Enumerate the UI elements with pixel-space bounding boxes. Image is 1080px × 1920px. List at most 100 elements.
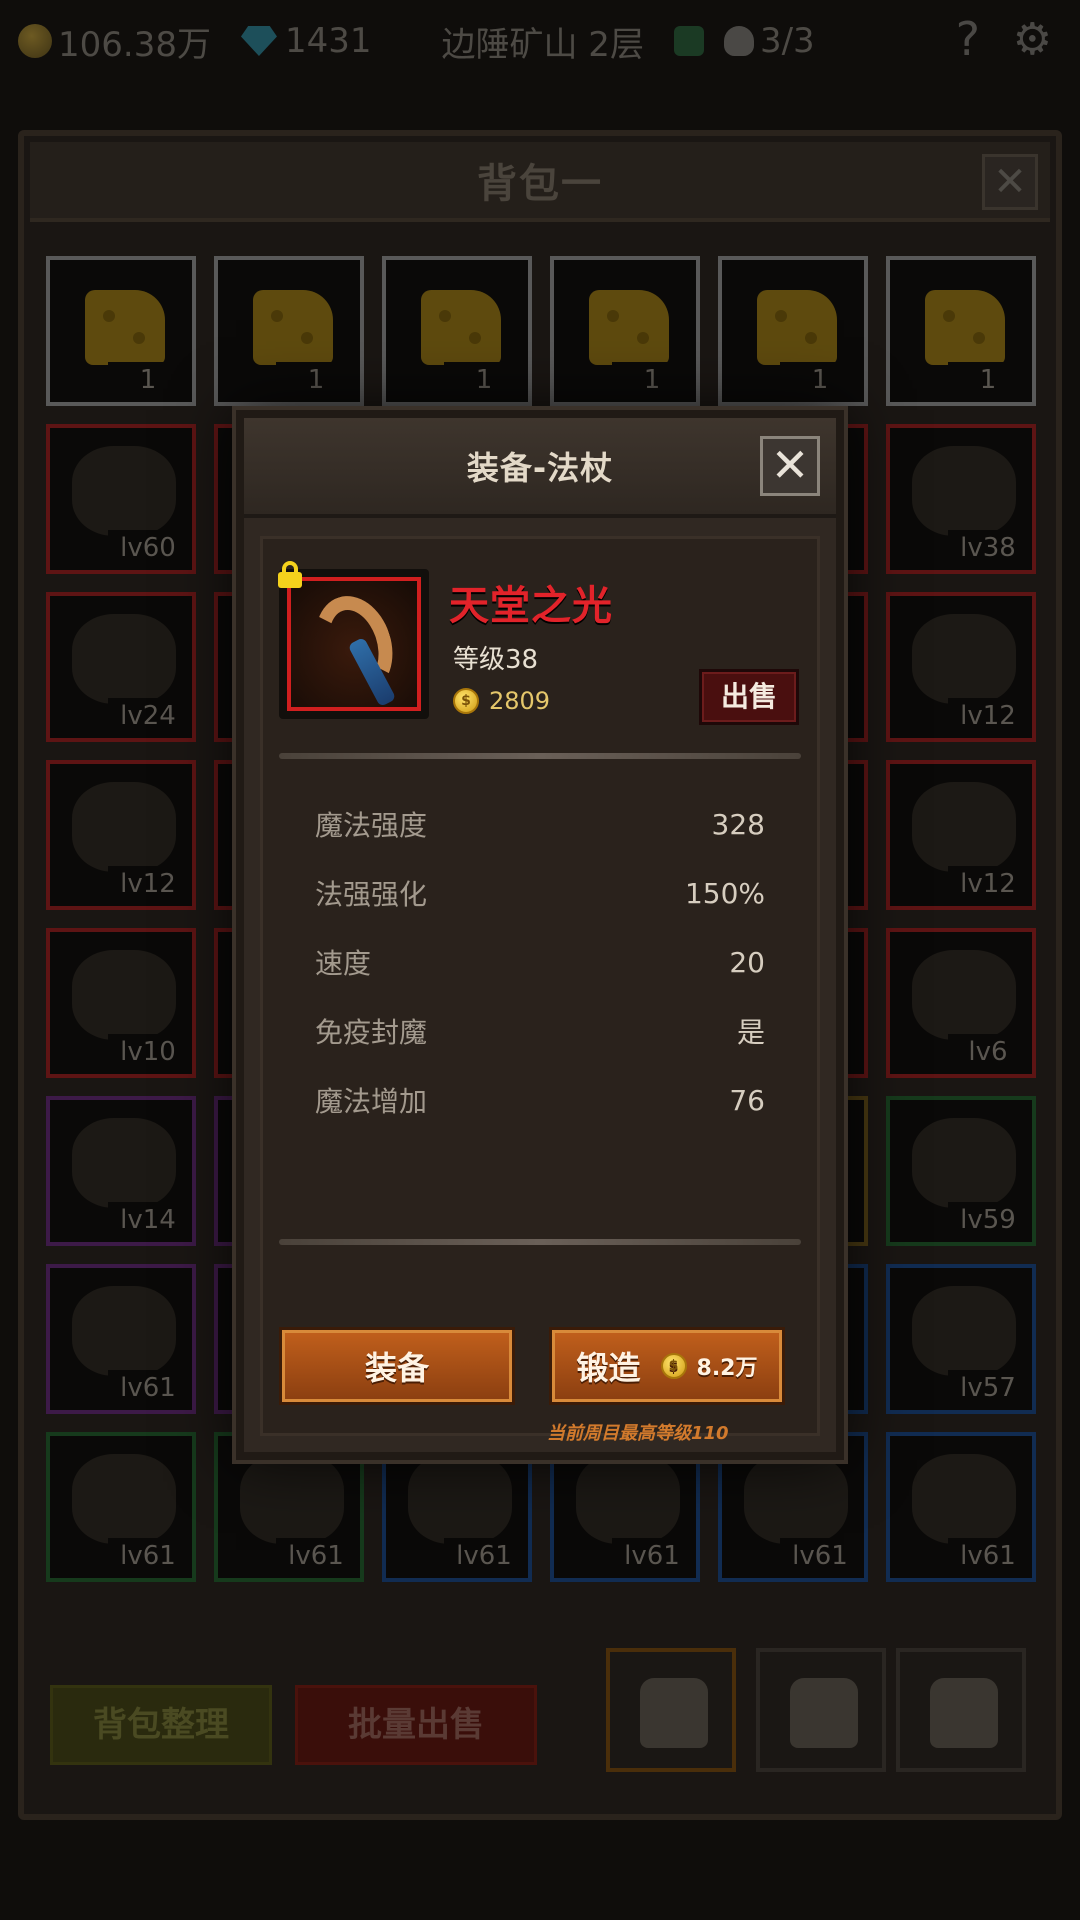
location-label: 边陲矿山 2层 xyxy=(442,17,644,66)
backpack-close-button[interactable]: ✕ xyxy=(982,154,1038,210)
backpack-title: 背包一 xyxy=(477,161,603,207)
inventory-slot[interactable]: lv24 xyxy=(46,592,196,742)
sword-icon xyxy=(576,1454,680,1544)
forge-button[interactable]: 锻造 $ 8.2万 xyxy=(549,1327,785,1405)
inventory-slot[interactable]: 1 xyxy=(550,256,700,406)
inventory-slot[interactable]: lv12 xyxy=(46,760,196,910)
price-value: 2809 xyxy=(489,687,551,715)
location-text: 边陲矿山 2层 xyxy=(441,24,644,65)
slot-badge: lv61 xyxy=(444,1538,524,1574)
stat-value: 328 xyxy=(711,807,765,841)
top-hud: 106.38万 1431 边陲矿山 2层 3/3 ? ⚙ xyxy=(0,0,1080,82)
stat-row: 魔法强度 328 xyxy=(315,799,765,849)
inventory-slot[interactable]: lv61 xyxy=(46,1432,196,1582)
gear-icon[interactable]: ⚙ xyxy=(1013,14,1052,65)
cheese-icon xyxy=(421,290,501,365)
inventory-slot[interactable]: 1 xyxy=(886,256,1036,406)
backpack-icon xyxy=(790,1678,858,1748)
stat-label: 魔法强度 xyxy=(315,809,428,842)
gold-counter: 106.38万 xyxy=(18,17,211,66)
slot-badge: lv12 xyxy=(948,698,1028,734)
staff-icon xyxy=(912,446,1016,536)
forge-label: 锻造 xyxy=(576,1349,641,1387)
staff-image xyxy=(287,577,421,711)
dialog-body: 天堂之光 等级38 $ 2809 出售 魔法强度 328 法强强化 150% 速度 20 免… xyxy=(260,536,820,1444)
cheese-icon xyxy=(85,290,165,365)
armor-icon xyxy=(72,1118,176,1208)
inventory-slot[interactable]: lv6 xyxy=(886,928,1036,1078)
dialog-header: 装备-法杖 ✕ xyxy=(244,418,836,518)
slot-badge: 1 xyxy=(108,362,188,398)
inventory-slot[interactable]: lv12 xyxy=(886,592,1036,742)
stat-row: 法强强化 150% xyxy=(315,868,765,918)
equip-label: 装备 xyxy=(364,1349,429,1387)
gold-coin-icon: $ xyxy=(660,1353,687,1379)
ring-icon xyxy=(912,1118,1016,1208)
gold-coin-icon xyxy=(18,24,52,58)
backpack-tab-1[interactable] xyxy=(606,1648,736,1772)
slot-badge: 1 xyxy=(780,362,860,398)
cheese-icon xyxy=(925,290,1005,365)
game-screen: 106.38万 1431 边陲矿山 2层 3/3 ? ⚙ 背包一 ✕ 1 1 1 1 1… xyxy=(0,0,1080,1920)
ring-icon xyxy=(912,950,1016,1040)
backpack-icon xyxy=(930,1678,998,1748)
skull-icon xyxy=(723,26,754,56)
inventory-slot[interactable]: lv59 xyxy=(886,1096,1036,1246)
backpack-tab-2[interactable] xyxy=(756,1648,886,1772)
stat-value: 是 xyxy=(736,1016,765,1049)
amulet-icon xyxy=(72,446,176,536)
equip-button[interactable]: 装备 xyxy=(279,1327,515,1405)
cheese-icon xyxy=(589,290,669,365)
backpack-icon xyxy=(640,1678,708,1748)
inventory-slot[interactable]: lv61 xyxy=(46,1264,196,1414)
gold-amount: 106.38万 xyxy=(58,24,211,65)
sell-button[interactable]: 出售 xyxy=(699,669,799,725)
inventory-slot[interactable]: lv38 xyxy=(886,424,1036,574)
divider xyxy=(279,753,801,759)
inventory-slot[interactable]: lv10 xyxy=(46,928,196,1078)
slot-badge: lv24 xyxy=(108,698,188,734)
stat-row: 魔法增加 76 xyxy=(315,1075,765,1125)
ring-icon xyxy=(72,1454,176,1544)
inventory-slot[interactable]: lv12 xyxy=(886,760,1036,910)
slot-badge: lv57 xyxy=(948,1370,1028,1406)
inventory-slot[interactable]: 1 xyxy=(382,256,532,406)
level-up-icon[interactable] xyxy=(673,26,704,56)
stat-value: 76 xyxy=(729,1083,765,1117)
inventory-slot[interactable]: 1 xyxy=(46,256,196,406)
bulk-sell-button[interactable]: 批量出售 xyxy=(295,1685,537,1765)
necklace-icon xyxy=(912,614,1016,704)
help-icon[interactable]: ? xyxy=(956,12,980,66)
backpack-tab-3[interactable] xyxy=(896,1648,1026,1772)
dialog-close-button[interactable]: ✕ xyxy=(760,436,820,496)
slot-badge: 1 xyxy=(612,362,692,398)
inventory-slot[interactable]: 1 xyxy=(718,256,868,406)
slot-badge: lv60 xyxy=(108,530,188,566)
inventory-slot[interactable]: lv61 xyxy=(886,1432,1036,1582)
slot-badge: lv61 xyxy=(780,1538,860,1574)
max-level-hint: 当前周目最高等级110 xyxy=(547,1423,729,1444)
slot-badge: lv61 xyxy=(108,1538,188,1574)
inventory-slot[interactable]: lv57 xyxy=(886,1264,1036,1414)
equipment-detail-dialog: 装备-法杖 ✕ 天堂之光 等级38 $ 2809 出售 魔法强度328法强强 xyxy=(236,410,844,1460)
lock-icon[interactable] xyxy=(277,561,303,588)
skull-count: 3/3 xyxy=(759,21,815,61)
inventory-slot[interactable]: 1 xyxy=(214,256,364,406)
slot-badge: lv61 xyxy=(948,1538,1028,1574)
sort-backpack-button[interactable]: 背包整理 xyxy=(50,1685,272,1765)
stat-row: 免疫封魔 是 xyxy=(315,1006,765,1056)
slot-badge: lv59 xyxy=(948,1202,1028,1238)
stat-label: 魔法增加 xyxy=(315,1085,428,1118)
stat-label: 法强强化 xyxy=(315,878,428,911)
slot-badge: 1 xyxy=(948,362,1028,398)
slot-badge: 1 xyxy=(444,362,524,398)
divider xyxy=(279,1239,801,1245)
gem-counter: 1431 xyxy=(240,21,372,61)
slot-badge: lv61 xyxy=(612,1538,692,1574)
stat-label: 免疫封魔 xyxy=(315,1016,428,1049)
inventory-slot[interactable]: lv60 xyxy=(46,424,196,574)
cheese-icon xyxy=(253,290,333,365)
dialog-title: 装备-法杖 xyxy=(466,449,614,487)
inventory-slot[interactable]: lv14 xyxy=(46,1096,196,1246)
boots-icon xyxy=(240,1454,344,1544)
